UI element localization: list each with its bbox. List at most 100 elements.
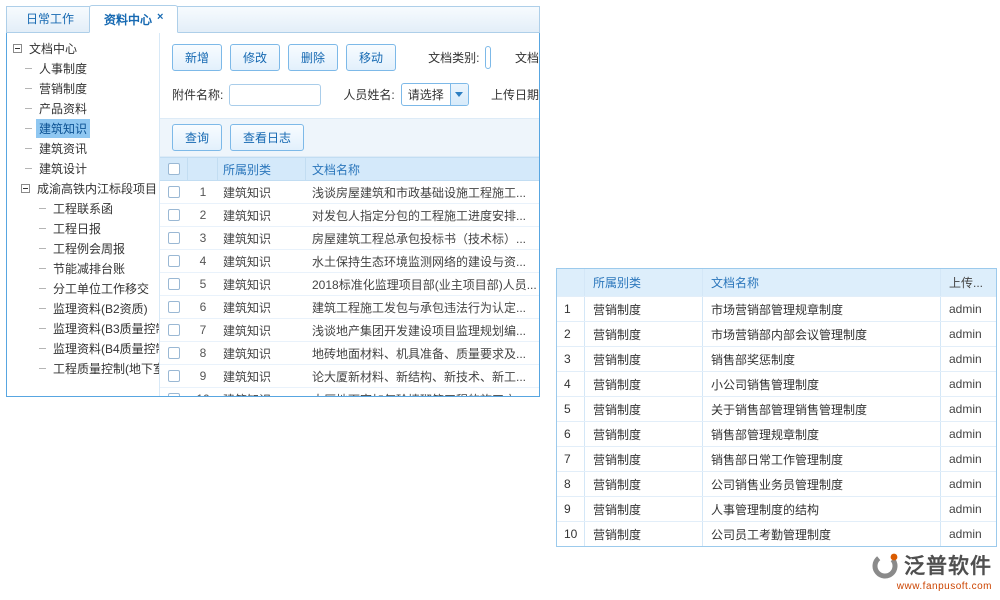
- row-category: 建筑知识: [218, 345, 306, 362]
- row-checkbox[interactable]: [168, 186, 180, 198]
- table-row[interactable]: 3建筑知识房屋建筑工程总承包投标书（技术标）...: [160, 227, 539, 250]
- row-category: 营销制度: [585, 372, 703, 396]
- category-column-header: 所属别类: [585, 269, 703, 296]
- view-log-button[interactable]: 查看日志: [230, 124, 304, 151]
- tree-item[interactable]: 节能减排台账: [11, 258, 157, 278]
- fanpu-logo-url: www.fanpusoft.com: [870, 581, 992, 592]
- tab-data-center[interactable]: 资料中心×: [89, 5, 178, 33]
- table-row[interactable]: 9建筑知识论大厦新材料、新结构、新技术、新工...: [160, 365, 539, 388]
- table-row[interactable]: 10营销制度公司员工考勤管理制度admin: [557, 521, 996, 546]
- fanpu-logo: 泛普软件 www.fanpusoft.com: [870, 550, 992, 592]
- row-category: 营销制度: [585, 322, 703, 346]
- tree-line: [25, 128, 32, 129]
- row-number: 6: [188, 300, 218, 314]
- row-number-header: [557, 269, 585, 296]
- table-row[interactable]: 2建筑知识对发包人指定分包的工程施工进度安排...: [160, 204, 539, 227]
- table-row[interactable]: 6营销制度销售部管理规章制度admin: [557, 421, 996, 446]
- tree-line: [39, 308, 46, 309]
- doc-label-truncated: 文档: [515, 49, 539, 66]
- marketing-table-body: 1营销制度市场营销部管理规章制度admin2营销制度市场营销部内部会议管理制度a…: [557, 296, 996, 546]
- uploader-column-header: 上传...: [941, 269, 996, 296]
- tree-line: [39, 208, 46, 209]
- tree-line: [39, 268, 46, 269]
- row-checkbox[interactable]: [168, 278, 180, 290]
- table-row[interactable]: 3营销制度销售部奖惩制度admin: [557, 346, 996, 371]
- row-doc-name: 浅谈地产集团开发建设项目监理规划编...: [306, 322, 539, 339]
- tree-item[interactable]: 工程例会周报: [11, 238, 157, 258]
- chevron-down-icon[interactable]: [450, 84, 468, 105]
- table-row[interactable]: 7营销制度销售部日常工作管理制度admin: [557, 446, 996, 471]
- tree-item[interactable]: 产品资料: [11, 98, 157, 118]
- tree-item-label: 营销制度: [36, 79, 90, 98]
- collapse-minus-icon[interactable]: [13, 44, 22, 53]
- toolbar-row-3: 查询 查看日志: [160, 118, 539, 157]
- row-uploader: admin: [941, 422, 996, 446]
- table-row[interactable]: 4建筑知识水土保持生态环境监测网络的建设与资...: [160, 250, 539, 273]
- table-row[interactable]: 9营销制度人事管理制度的结构admin: [557, 496, 996, 521]
- move-button[interactable]: 移动: [346, 44, 396, 71]
- table-row[interactable]: 4营销制度小公司销售管理制度admin: [557, 371, 996, 396]
- table-row[interactable]: 8建筑知识地砖地面材料、机具准备、质量要求及...: [160, 342, 539, 365]
- document-center-window: 日常工作 资料中心× 文档中心人事制度营销制度产品资料建筑知识建筑资讯建筑设计成…: [6, 6, 540, 397]
- row-checkbox[interactable]: [168, 324, 180, 336]
- row-uploader: admin: [941, 447, 996, 471]
- row-number: 4: [557, 372, 585, 396]
- tree-item-label: 成渝高铁内江标段项目: [34, 179, 160, 198]
- query-button[interactable]: 查询: [172, 124, 222, 151]
- modify-button[interactable]: 修改: [230, 44, 280, 71]
- tree-item[interactable]: 监理资料(B4质量控制): [11, 338, 157, 358]
- row-category: 建筑知识: [218, 253, 306, 270]
- row-uploader: admin: [941, 497, 996, 521]
- table-row[interactable]: 1营销制度市场营销部管理规章制度admin: [557, 296, 996, 321]
- row-checkbox[interactable]: [168, 370, 180, 382]
- row-doc-name: 人事管理制度的结构: [703, 497, 941, 521]
- tree-item[interactable]: 建筑知识: [11, 118, 157, 138]
- tree-item[interactable]: 工程质量控制(地下室): [11, 358, 157, 378]
- row-category: 营销制度: [585, 447, 703, 471]
- row-number: 10: [188, 392, 218, 396]
- doc-type-select[interactable]: 请选择: [485, 46, 491, 69]
- tree-item[interactable]: 工程联系函: [11, 198, 157, 218]
- table-row[interactable]: 7建筑知识浅谈地产集团开发建设项目监理规划编...: [160, 319, 539, 342]
- tree-item[interactable]: 文档中心: [11, 38, 157, 58]
- tree-item[interactable]: 营销制度: [11, 78, 157, 98]
- row-checkbox[interactable]: [168, 347, 180, 359]
- tree-item-label: 监理资料(B2资质): [50, 299, 151, 318]
- table-row[interactable]: 6建筑知识建筑工程施工发包与承包违法行为认定...: [160, 296, 539, 319]
- table-row[interactable]: 5营销制度关于销售部管理销售管理制度admin: [557, 396, 996, 421]
- row-doc-name: 公司销售业务员管理制度: [703, 472, 941, 496]
- tree-item[interactable]: 分工单位工作移交: [11, 278, 157, 298]
- tab-daily-work[interactable]: 日常工作: [11, 4, 89, 32]
- tree-item[interactable]: 工程日报: [11, 218, 157, 238]
- row-doc-name: 地砖地面材料、机具准备、质量要求及...: [306, 345, 539, 362]
- tree-line: [25, 108, 32, 109]
- table-row[interactable]: 8营销制度公司销售业务员管理制度admin: [557, 471, 996, 496]
- tree-item-label: 工程质量控制(地下室): [50, 359, 160, 378]
- tree-item-label: 监理资料(B3质量控制): [50, 319, 160, 338]
- row-number: 8: [557, 472, 585, 496]
- tree-item[interactable]: 监理资料(B2资质): [11, 298, 157, 318]
- table-row[interactable]: 10建筑知识大厦地下室加气砼墙砌筑工程的施工方...: [160, 388, 539, 396]
- add-button[interactable]: 新增: [172, 44, 222, 71]
- select-all-checkbox[interactable]: [168, 163, 180, 175]
- person-select[interactable]: 请选择: [401, 83, 469, 106]
- attachment-name-input[interactable]: [229, 84, 321, 106]
- tree-item[interactable]: 建筑资讯: [11, 138, 157, 158]
- tree-item[interactable]: 监理资料(B3质量控制): [11, 318, 157, 338]
- row-checkbox[interactable]: [168, 301, 180, 313]
- collapse-minus-icon[interactable]: [21, 184, 30, 193]
- tree-item[interactable]: 成渝高铁内江标段项目: [11, 178, 157, 198]
- table-row[interactable]: 1建筑知识浅谈房屋建筑和市政基础设施工程施工...: [160, 181, 539, 204]
- table-row[interactable]: 2营销制度市场营销部内部会议管理制度admin: [557, 321, 996, 346]
- row-checkbox[interactable]: [168, 255, 180, 267]
- row-checkbox[interactable]: [168, 393, 180, 396]
- row-checkbox[interactable]: [168, 232, 180, 244]
- close-tab-icon[interactable]: ×: [157, 11, 163, 23]
- tree-item[interactable]: 人事制度: [11, 58, 157, 78]
- row-number: 3: [188, 231, 218, 245]
- tree-item[interactable]: 建筑设计: [11, 158, 157, 178]
- row-checkbox[interactable]: [168, 209, 180, 221]
- table-row[interactable]: 5建筑知识2018标准化监理项目部(业主项目部)人员...: [160, 273, 539, 296]
- delete-button[interactable]: 删除: [288, 44, 338, 71]
- fanpu-logo-text: 泛普软件: [904, 550, 992, 580]
